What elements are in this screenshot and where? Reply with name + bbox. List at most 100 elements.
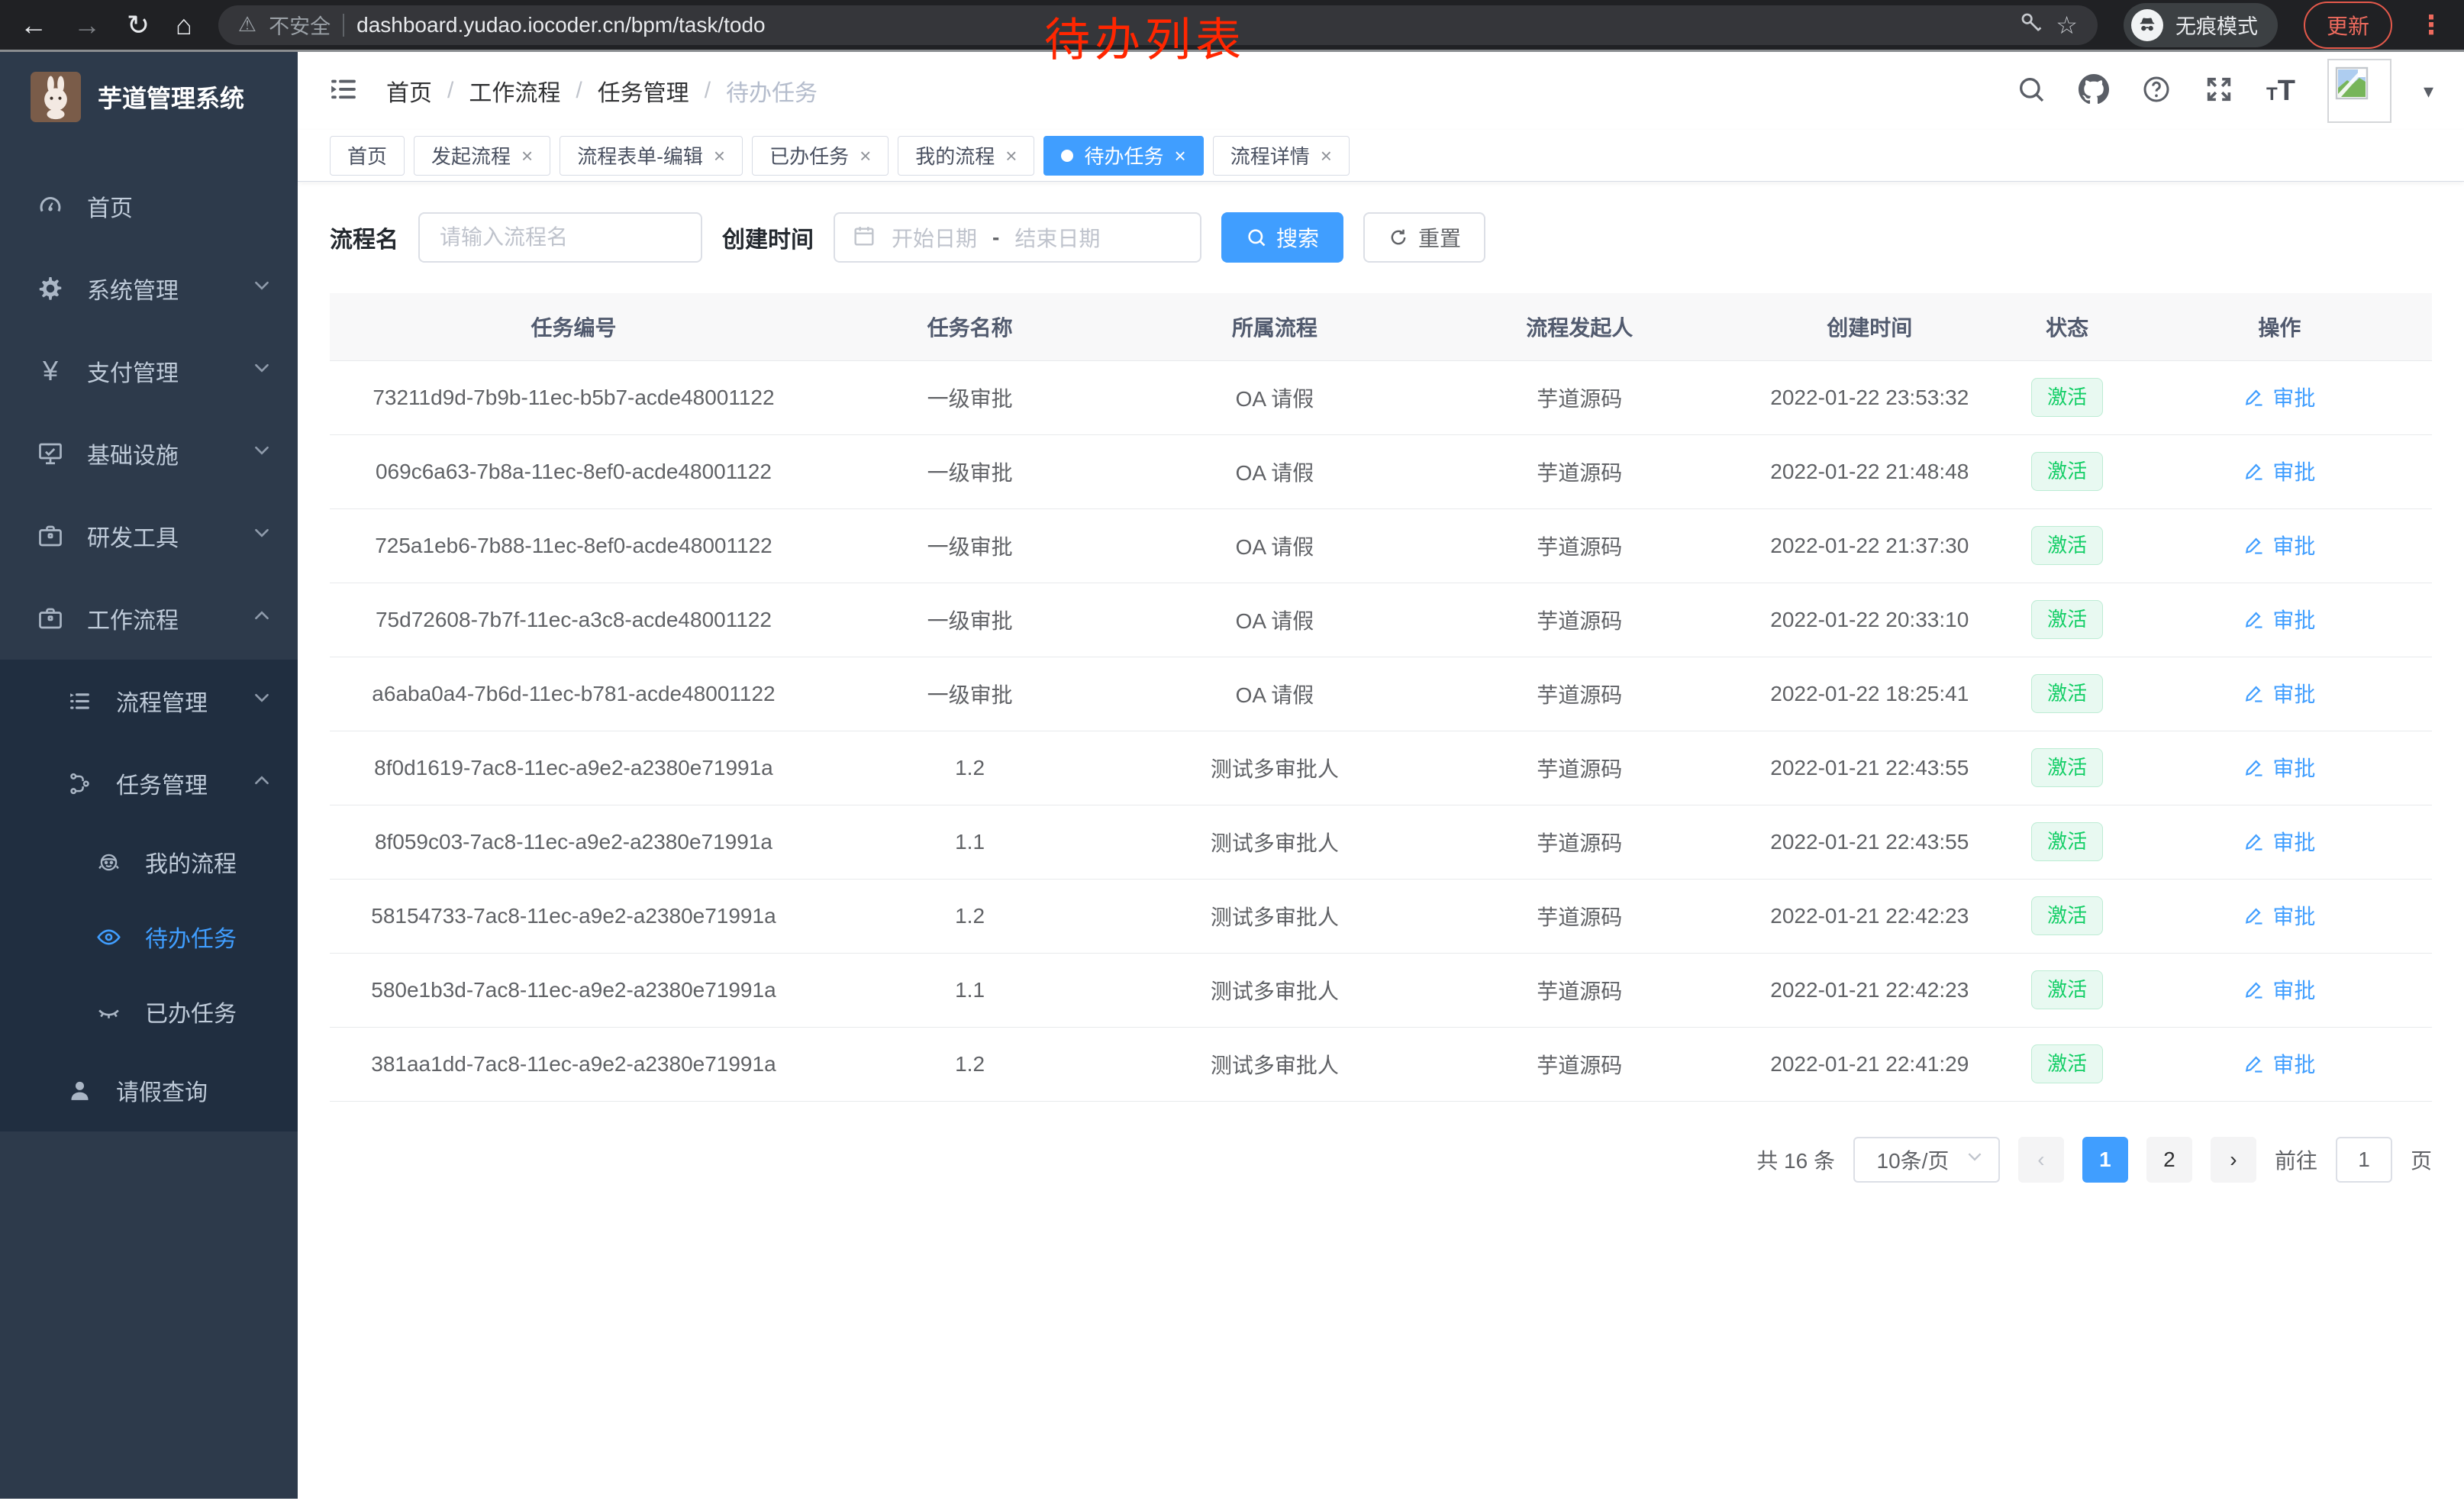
browser-reload-icon[interactable]: ↻ xyxy=(127,11,150,39)
sidebar-menu: 首页 系统管理 ¥ 支付管理 基础设施 xyxy=(0,142,298,1131)
sidebar-collapse-icon[interactable] xyxy=(328,74,359,108)
browser-home-icon[interactable]: ⌂ xyxy=(176,11,192,39)
next-page-button[interactable]: › xyxy=(2211,1137,2256,1183)
sidebar-item-workflow[interactable]: 工作流程 xyxy=(0,577,298,660)
search-icon[interactable] xyxy=(2016,74,2046,108)
browser-update-button[interactable]: 更新 xyxy=(2304,2,2392,49)
cell-actions: 审批 xyxy=(2127,953,2432,1027)
sidebar-item-leave-query[interactable]: 请假查询 xyxy=(0,1049,298,1131)
approve-link[interactable]: 审批 xyxy=(2243,678,2315,709)
breadcrumb-home[interactable]: 首页 xyxy=(386,74,432,108)
goto-page-input[interactable] xyxy=(2336,1137,2392,1183)
status-badge: 激活 xyxy=(2031,674,2103,713)
cell-create-time: 2022-01-21 22:42:23 xyxy=(1732,953,2008,1027)
cell-process: 测试多审批人 xyxy=(1122,879,1427,953)
chevron-down-icon xyxy=(252,276,272,302)
cell-starter: 芋道源码 xyxy=(1427,583,1732,657)
chevron-down-icon xyxy=(1965,1147,1985,1172)
status-badge: 激活 xyxy=(2031,970,2103,1009)
tab-home[interactable]: 首页 xyxy=(330,136,405,176)
sidebar-item-devtools[interactable]: 研发工具 xyxy=(0,495,298,577)
approve-link[interactable]: 审批 xyxy=(2243,456,2315,486)
browser-back-icon[interactable]: ← xyxy=(20,11,47,39)
incognito-icon xyxy=(2131,9,2163,41)
approve-link[interactable]: 审批 xyxy=(2243,826,2315,857)
breadcrumb-separator: / xyxy=(576,78,582,104)
sidebar-item-payment[interactable]: ¥ 支付管理 xyxy=(0,330,298,412)
sidebar-item-my-process[interactable]: 我的流程 xyxy=(0,825,298,899)
tab-start-process[interactable]: 发起流程 × xyxy=(414,136,550,176)
broken-image-icon xyxy=(2333,65,2370,102)
bookmark-star-icon[interactable]: ☆ xyxy=(2056,11,2078,40)
cell-starter: 芋道源码 xyxy=(1427,805,1732,879)
sidebar-item-todo-tasks[interactable]: 待办任务 xyxy=(0,899,298,974)
sidebar-item-home[interactable]: 首页 xyxy=(0,165,298,247)
search-button[interactable]: 搜索 xyxy=(1221,212,1343,263)
page-size-select[interactable]: 10条/页 xyxy=(1853,1137,2000,1183)
approve-link[interactable]: 审批 xyxy=(2243,1048,2315,1079)
font-size-icon[interactable]: TT xyxy=(2266,75,2295,108)
close-icon[interactable]: × xyxy=(859,146,871,166)
browser-forward-icon[interactable]: → xyxy=(73,11,101,39)
tab-my-process[interactable]: 我的流程 × xyxy=(898,136,1034,176)
sidebar-logo[interactable]: 芋道管理系统 xyxy=(0,52,298,142)
pencil-icon xyxy=(2243,534,2265,556)
cell-status: 激活 xyxy=(2008,1027,2127,1101)
browser-menu-icon[interactable]: ⋮ xyxy=(2418,10,2444,40)
github-icon[interactable] xyxy=(2079,74,2109,108)
prev-page-button[interactable]: ‹ xyxy=(2018,1137,2064,1183)
fullscreen-icon[interactable] xyxy=(2204,74,2234,108)
approve-link[interactable]: 审批 xyxy=(2243,900,2315,931)
cell-process: 测试多审批人 xyxy=(1122,731,1427,805)
sidebar-item-label: 工作流程 xyxy=(87,602,179,635)
avatar[interactable] xyxy=(2327,59,2391,123)
process-name-input[interactable] xyxy=(418,212,702,263)
breadcrumb-workflow[interactable]: 工作流程 xyxy=(469,74,560,108)
sidebar-item-infra[interactable]: 基础设施 xyxy=(0,412,298,495)
close-icon[interactable]: × xyxy=(1005,146,1017,166)
page-button-2[interactable]: 2 xyxy=(2146,1137,2192,1183)
reset-button[interactable]: 重置 xyxy=(1363,212,1485,263)
close-icon[interactable]: × xyxy=(521,146,533,166)
approve-link[interactable]: 审批 xyxy=(2243,604,2315,634)
list-icon xyxy=(63,689,96,714)
table-row: 8f059c03-7ac8-11ec-a9e2-a2380e71991a 1.1… xyxy=(330,805,2432,879)
sidebar-item-label: 任务管理 xyxy=(116,767,208,800)
page-button-1[interactable]: 1 xyxy=(2082,1137,2128,1183)
close-icon[interactable]: × xyxy=(714,146,725,166)
pencil-icon xyxy=(2243,831,2265,852)
tab-process-detail[interactable]: 流程详情 × xyxy=(1213,136,1350,176)
close-icon[interactable]: × xyxy=(1175,146,1186,166)
sidebar-item-process-mgmt[interactable]: 流程管理 xyxy=(0,660,298,742)
start-date-placeholder[interactable]: 开始日期 xyxy=(892,222,977,253)
cell-task-id: 580e1b3d-7ac8-11ec-a9e2-a2380e71991a xyxy=(330,953,818,1027)
close-icon[interactable]: × xyxy=(1321,146,1332,166)
approve-link[interactable]: 审批 xyxy=(2243,752,2315,783)
tab-process-form-edit[interactable]: 流程表单-编辑 × xyxy=(560,136,743,176)
tab-done-tasks[interactable]: 已办任务 × xyxy=(752,136,889,176)
password-key-icon[interactable] xyxy=(2019,11,2043,39)
col-actions: 操作 xyxy=(2127,293,2432,360)
briefcase-icon xyxy=(34,605,67,632)
cell-create-time: 2022-01-21 22:43:55 xyxy=(1732,731,2008,805)
tab-todo-tasks[interactable]: 待办任务 × xyxy=(1043,136,1203,176)
goto-label: 前往 xyxy=(2275,1144,2317,1175)
avatar-caret-icon[interactable]: ▾ xyxy=(2424,79,2433,103)
tree-icon xyxy=(63,771,96,796)
cell-create-time: 2022-01-22 18:25:41 xyxy=(1732,657,2008,731)
col-task-id: 任务编号 xyxy=(330,293,818,360)
sidebar-item-system[interactable]: 系统管理 xyxy=(0,247,298,330)
approve-link[interactable]: 审批 xyxy=(2243,974,2315,1005)
approve-link[interactable]: 审批 xyxy=(2243,530,2315,560)
date-range-picker[interactable]: 开始日期 - 结束日期 xyxy=(834,212,1201,263)
sidebar-item-done-tasks[interactable]: 已办任务 xyxy=(0,974,298,1049)
sidebar-item-task-mgmt[interactable]: 任务管理 xyxy=(0,742,298,825)
status-badge: 激活 xyxy=(2031,1044,2103,1083)
chevron-up-icon xyxy=(252,605,272,631)
breadcrumb-task-mgmt[interactable]: 任务管理 xyxy=(598,74,689,108)
end-date-placeholder[interactable]: 结束日期 xyxy=(1014,222,1100,253)
help-icon[interactable] xyxy=(2141,74,2172,108)
cell-task-id: 069c6a63-7b8a-11ec-8ef0-acde48001122 xyxy=(330,434,818,508)
approve-link[interactable]: 审批 xyxy=(2243,382,2315,412)
cell-process: OA 请假 xyxy=(1122,434,1427,508)
